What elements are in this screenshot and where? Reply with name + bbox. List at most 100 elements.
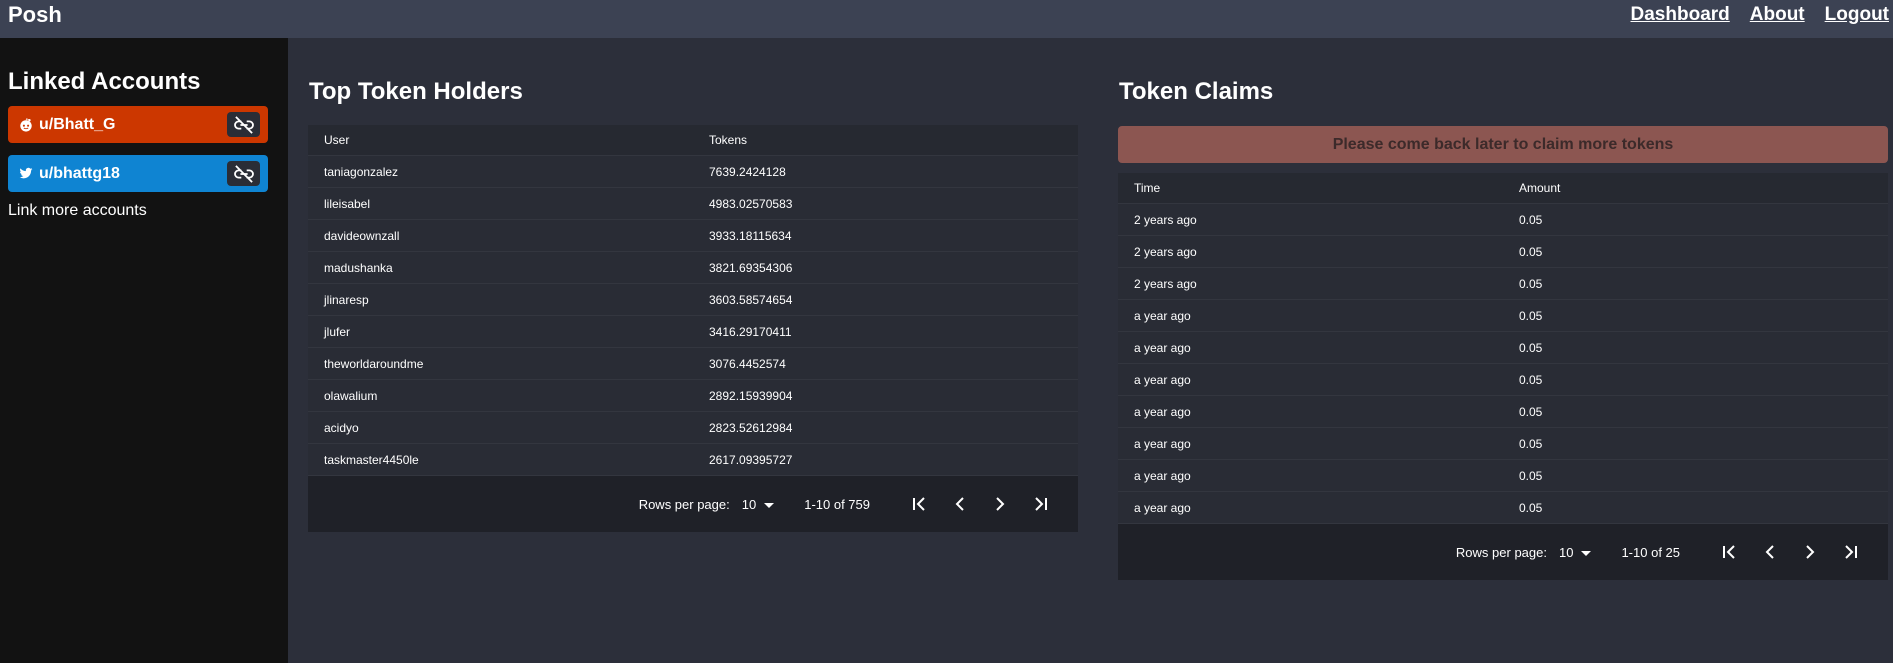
table-row: madushanka 3821.69354306	[308, 252, 1078, 284]
table-row: olawalium 2892.15939904	[308, 380, 1078, 412]
linked-account-label: u/Bhatt_G	[39, 115, 116, 133]
table-cell-primary: jlinaresp	[324, 292, 369, 307]
nav-about-link[interactable]: About	[1750, 4, 1805, 26]
prev-page-icon[interactable]	[1750, 532, 1790, 572]
table-row: a year ago 0.05	[1118, 364, 1888, 396]
table-cell-value: 3933.18115634	[709, 228, 792, 243]
rows-per-page-select[interactable]: 10	[1558, 544, 1592, 560]
linked-account-reddit[interactable]: u/Bhatt_G	[8, 106, 268, 143]
prev-page-icon[interactable]	[940, 484, 980, 524]
table-cell-value: 0.05	[1519, 340, 1543, 355]
linked-account-label: u/bhattg18	[39, 164, 120, 182]
table-row: 2 years ago 0.05	[1118, 236, 1888, 268]
rows-per-page-label: Rows per page:	[638, 496, 730, 512]
brand-logo[interactable]: Posh	[8, 2, 62, 28]
last-page-icon[interactable]	[1020, 484, 1060, 524]
table-cell-primary: lileisabel	[324, 196, 371, 211]
column-header-user[interactable]: User	[308, 133, 693, 147]
table-cell-primary: a year ago	[1134, 436, 1191, 451]
table-cell-value: 3603.58574654	[709, 292, 793, 307]
table-cell-primary: a year ago	[1134, 468, 1191, 483]
table-cell-primary: theworldaroundme	[324, 356, 424, 371]
table-cell-value: 2617.09395727	[709, 452, 793, 467]
table-row: a year ago 0.05	[1118, 396, 1888, 428]
table-cell-primary: a year ago	[1134, 500, 1191, 515]
table-row: a year ago 0.05	[1118, 428, 1888, 460]
nav-dashboard-link[interactable]: Dashboard	[1631, 4, 1730, 26]
table-row: 2 years ago 0.05	[1118, 268, 1888, 300]
table-cell-value: 0.05	[1519, 436, 1543, 451]
claim-tokens-button[interactable]: Please come back later to claim more tok…	[1118, 126, 1888, 163]
top-nav: Dashboard About Logout	[1631, 4, 1889, 26]
rows-per-page-label: Rows per page:	[1455, 544, 1547, 560]
table-cell-primary: olawalium	[324, 388, 378, 403]
holders-table: User Tokens taniagonzalez 7639.2424128 lil…	[308, 125, 1078, 532]
table-cell-primary: davideownzall	[324, 228, 400, 243]
table-row: acidyo 2823.52612984	[308, 412, 1078, 444]
table-header: Time Amount	[1118, 173, 1888, 204]
pagination-range: 1-10 of 25	[1621, 544, 1680, 560]
rows-per-page-value: 10	[1558, 544, 1574, 560]
last-page-icon[interactable]	[1830, 532, 1870, 572]
caret-down-icon	[764, 497, 775, 512]
table-cell-primary: a year ago	[1134, 404, 1191, 419]
rows-per-page-value: 10	[741, 496, 757, 512]
table-pagination: Rows per page: 10 1-10 of 25	[1118, 524, 1888, 580]
first-page-icon[interactable]	[900, 484, 940, 524]
table-pagination: Rows per page: 10 1-10 of 759	[308, 476, 1078, 532]
linked-account-twitter[interactable]: u/bhattg18	[8, 155, 268, 192]
table-cell-value: 0.05	[1519, 244, 1543, 259]
table-cell-value: 0.05	[1519, 212, 1543, 227]
table-cell-primary: madushanka	[324, 260, 393, 275]
table-row: theworldaroundme 3076.4452574	[308, 348, 1078, 380]
column-header-time[interactable]: Time	[1118, 181, 1503, 195]
next-page-icon[interactable]	[980, 484, 1020, 524]
table-cell-primary: 2 years ago	[1134, 244, 1197, 259]
table-cell-value: 3821.69354306	[709, 260, 793, 275]
table-header: User Tokens	[308, 125, 1078, 156]
twitter-icon	[18, 166, 34, 182]
table-cell-value: 3076.4452574	[709, 356, 786, 371]
table-row: 2 years ago 0.05	[1118, 204, 1888, 236]
rows-per-page-select[interactable]: 10	[741, 496, 775, 512]
claims-table: Time Amount 2 years ago 0.05 2 years ago 0.…	[1118, 173, 1888, 580]
column-header-tokens[interactable]: Tokens	[693, 133, 747, 147]
next-page-icon[interactable]	[1790, 532, 1830, 572]
table-cell-primary: 2 years ago	[1134, 276, 1197, 291]
reddit-icon	[18, 117, 34, 133]
table-row: a year ago 0.05	[1118, 332, 1888, 364]
table-cell-value: 4983.02570583	[709, 196, 793, 211]
table-cell-value: 3416.29170411	[709, 324, 792, 339]
table-row: jlufer 3416.29170411	[308, 316, 1078, 348]
column-header-amount[interactable]: Amount	[1503, 181, 1560, 195]
unlink-icon[interactable]	[227, 161, 260, 186]
table-cell-primary: a year ago	[1134, 372, 1191, 387]
caret-down-icon	[1581, 545, 1592, 560]
table-row: taniagonzalez 7639.2424128	[308, 156, 1078, 188]
link-more-accounts[interactable]: Link more accounts	[8, 202, 147, 220]
first-page-icon[interactable]	[1710, 532, 1750, 572]
table-cell-value: 0.05	[1519, 372, 1543, 387]
table-cell-value: 2892.15939904	[709, 388, 793, 403]
table-cell-primary: 2 years ago	[1134, 212, 1197, 227]
table-cell-primary: jlufer	[324, 324, 351, 339]
table-cell-value: 2823.52612984	[709, 420, 793, 435]
table-cell-primary: taniagonzalez	[324, 164, 399, 179]
pagination-range: 1-10 of 759	[804, 496, 870, 512]
table-cell-primary: a year ago	[1134, 308, 1191, 323]
nav-logout-link[interactable]: Logout	[1825, 4, 1889, 26]
table-cell-primary: taskmaster4450le	[324, 452, 419, 467]
table-row: davideownzall 3933.18115634	[308, 220, 1078, 252]
table-cell-primary: a year ago	[1134, 340, 1191, 355]
table-row: jlinaresp 3603.58574654	[308, 284, 1078, 316]
unlink-icon[interactable]	[227, 112, 260, 137]
table-cell-primary: acidyo	[324, 420, 359, 435]
table-cell-value: 0.05	[1519, 404, 1543, 419]
sidebar: Linked Accounts u/Bhatt_G u/bhattg18 Lin…	[0, 38, 288, 663]
table-row: taskmaster4450le 2617.09395727	[308, 444, 1078, 476]
linked-accounts-title: Linked Accounts	[8, 68, 201, 95]
table-row: a year ago 0.05	[1118, 300, 1888, 332]
table-row: lileisabel 4983.02570583	[308, 188, 1078, 220]
top-bar: Posh Dashboard About Logout	[0, 0, 1893, 38]
table-cell-value: 0.05	[1519, 468, 1543, 483]
